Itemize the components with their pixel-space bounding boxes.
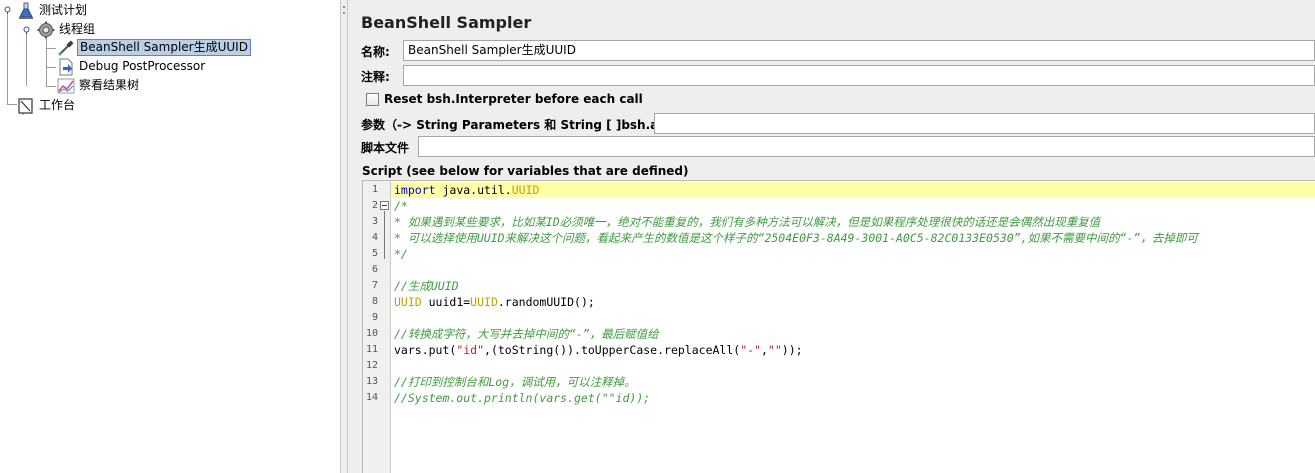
code-token: //生成UUID [394,279,459,293]
line-number: 7 [371,280,378,291]
workbench-icon [17,97,35,115]
code-token: )); [781,343,803,357]
line-number: 5 [371,248,378,259]
code-token: UUID [470,295,498,309]
tree-item-label: 线程组 [59,22,96,36]
reset-interpreter-checkbox[interactable] [366,92,379,106]
tree-item-test-plan[interactable]: 测试计划 [17,1,89,20]
name-row: 名称: [361,40,390,62]
line-number: 1 [371,184,378,195]
code-line: //打印到控制台和Log，调试用，可以注释掉。 [391,374,636,390]
script-caption: Script (see below for variables that are… [362,164,689,178]
comment-label: 注释: [361,69,390,84]
splitter-grip-dot [343,6,345,8]
code-token: //打印到控制台和Log，调试用，可以注释掉。 [394,375,636,389]
document-arrow-icon [57,58,75,76]
line-number: 12 [365,360,378,371]
code-token: UUID [394,295,422,309]
code-token: vars.put( [394,343,457,357]
code-token: "" [767,343,782,357]
name-field[interactable]: BeanShell Sampler生成UUID [403,40,1315,61]
parameters-row: 参数（-> String Parameters 和 String [ ]bsh.… [361,113,692,135]
panel-title: BeanShell Sampler [361,13,532,32]
code-token: * 可以选择使用UUID来解决这个问题，看起来产生的数值是这个样子的“2504E… [394,231,1198,245]
code-line: */ [391,246,408,262]
expand-toggle-icon[interactable] [3,5,12,14]
code-token: "-" [740,343,761,357]
line-number-gutter: 1 2 3 4 5 6 7 8 9 10 11 12 13 14 [363,181,391,473]
test-plan-tree[interactable]: 测试计划 线程组 BeanShell Sampler生成UUID Debug P… [0,0,340,473]
code-line: vars.put("id",(toString()).toUpperCase.r… [391,342,803,358]
script-file-row: 脚本文件 [361,136,409,158]
line-number: 2 [371,200,378,211]
code-line: * 如果遇到某些要求，比如某ID必须唯一，绝对不能重复的，我们有多种方法可以解决… [391,214,1100,230]
comment-row: 注释: [361,65,390,87]
code-line: import java.util.UUID [391,182,539,198]
code-line: //System.out.println(vars.get(""id)); [391,390,650,406]
tree-item-label: 工作台 [39,98,76,112]
line-number: 9 [371,312,378,323]
code-token: ,(toString()).toUpperCase.replaceAll( [484,343,741,357]
code-token: "id" [456,343,485,357]
code-line: UUID uuid1=UUID.randomUUID(); [391,294,595,310]
tree-item-debug-postprocessor[interactable]: Debug PostProcessor [57,57,207,76]
code-token: , [760,343,768,357]
reset-interpreter-label: Reset bsh.Interpreter before each call [384,92,643,106]
name-label: 名称: [361,44,390,59]
code-line: //转换成字符，大写并去掉中间的“-”，最后赋值给 [391,326,659,342]
tree-item-label: 测试计划 [39,3,88,17]
parameters-label: 参数（-> String Parameters 和 String [ ]bsh.… [361,117,692,132]
gear-icon [37,21,55,39]
code-token: //转换成字符，大写并去掉中间的“-”，最后赋值给 [394,327,659,341]
code-token: UUID [511,183,540,197]
code-token: import [394,183,436,197]
code-line: /* [391,198,408,214]
name-field-value: BeanShell Sampler生成UUID [408,43,576,57]
pane-splitter[interactable] [340,0,348,473]
pipette-icon [57,39,75,57]
tree-item-thread-group[interactable]: 线程组 [37,20,97,39]
sampler-editor-panel: BeanShell Sampler 名称: BeanShell Sampler生… [348,0,1315,473]
reset-interpreter-option[interactable]: Reset bsh.Interpreter before each call [366,92,643,106]
tree-item-label: 察看结果树 [79,78,140,92]
tree-item-label: Debug PostProcessor [79,59,206,73]
script-code-editor[interactable]: 1 2 3 4 5 6 7 8 9 10 11 12 13 14 import java.util.UUI… [362,180,1315,473]
code-token: //System.out.println(vars.get(""id)); [394,391,651,405]
line-number: 14 [365,392,378,403]
code-token: * 如果遇到某些要求，比如某ID必须唯一，绝对不能重复的，我们有多种方法可以解决… [394,215,1101,229]
results-tree-graph-icon [57,77,75,95]
fold-collapse-icon[interactable] [380,201,389,210]
code-token: /* [394,199,408,213]
fold-range-line [384,211,385,259]
script-file-label: 脚本文件 [361,140,410,155]
tree-item-beanshell-sampler[interactable]: BeanShell Sampler生成UUID [57,38,251,57]
line-number: 4 [371,232,378,243]
line-number: 13 [365,376,378,387]
splitter-grip-dot [343,12,345,14]
tree-item-label: BeanShell Sampler生成UUID [77,39,251,56]
parameters-field[interactable] [654,113,1315,134]
line-number: 10 [365,328,378,339]
line-number: 11 [365,344,378,355]
script-file-field[interactable] [418,136,1315,157]
tree-item-view-results-tree[interactable]: 察看结果树 [57,76,141,95]
code-token: .randomUUID(); [497,295,595,309]
code-line: //生成UUID [391,278,459,294]
code-token: uuid1= [421,295,471,309]
line-number: 6 [371,264,378,275]
tree-item-workbench[interactable]: 工作台 [17,96,77,115]
code-token: java.util. [435,183,512,197]
line-number: 8 [371,296,378,307]
line-number: 3 [371,216,378,227]
test-plan-flask-icon [17,2,35,20]
code-token: */ [394,247,408,261]
expand-toggle-icon[interactable] [22,25,31,34]
comment-field[interactable] [403,65,1315,86]
code-line: * 可以选择使用UUID来解决这个问题，看起来产生的数值是这个样子的“2504E… [391,230,1198,246]
